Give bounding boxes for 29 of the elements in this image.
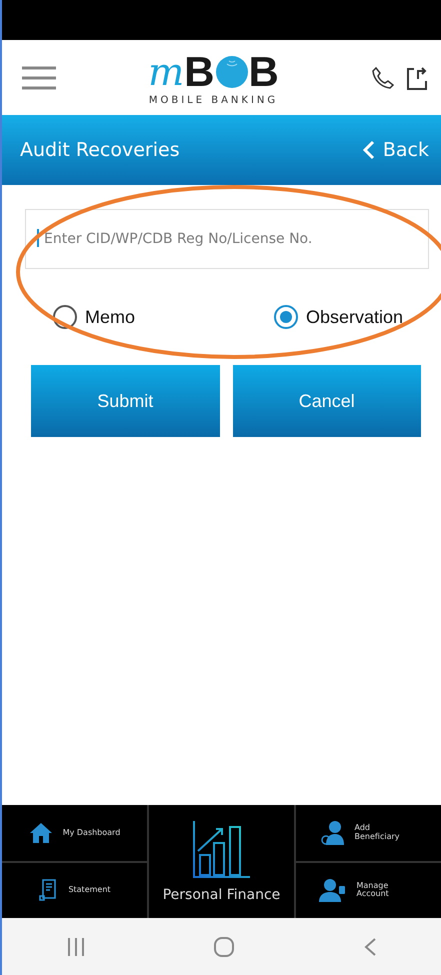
cancel-button[interactable]: Cancel xyxy=(232,365,421,437)
logo-tagline: MOBILE BANKING xyxy=(148,94,278,106)
menu-item[interactable]: My Dashboard xyxy=(2,805,147,860)
id-input-field[interactable]: Enter CID/WP/CDB Reg No/License No. xyxy=(25,209,429,269)
page-title: Audit Recoveries xyxy=(20,139,180,161)
home-icon xyxy=(28,822,53,844)
menu-item[interactable]: Manage Account xyxy=(296,862,441,918)
back-button[interactable]: Back xyxy=(362,139,429,161)
personal-finance-button[interactable]: Personal Finance xyxy=(149,805,294,918)
radio-option[interactable]: Observation xyxy=(274,305,403,329)
menu-item[interactable]: Add Beneficiary xyxy=(296,805,441,860)
person-icon xyxy=(320,820,344,846)
home-icon[interactable] xyxy=(213,936,236,958)
bar-chart-icon xyxy=(192,820,252,878)
menu-icon[interactable] xyxy=(22,66,56,90)
logo-circle-icon xyxy=(214,54,249,88)
document-icon xyxy=(38,878,58,902)
share-icon[interactable] xyxy=(404,64,429,90)
back-icon[interactable] xyxy=(363,936,378,956)
logo-letter: B xyxy=(248,50,279,92)
radio-option[interactable]: Memo xyxy=(53,305,136,329)
person-icon xyxy=(318,878,346,902)
submit-button[interactable]: Submit xyxy=(31,365,220,437)
recent-apps-icon[interactable] xyxy=(66,936,86,956)
logo-letter: B xyxy=(184,50,215,92)
chevron-left-icon xyxy=(362,140,375,160)
phone-icon[interactable] xyxy=(370,66,395,90)
menu-item[interactable]: Statement xyxy=(2,862,147,918)
logo-letter: m xyxy=(148,52,184,90)
